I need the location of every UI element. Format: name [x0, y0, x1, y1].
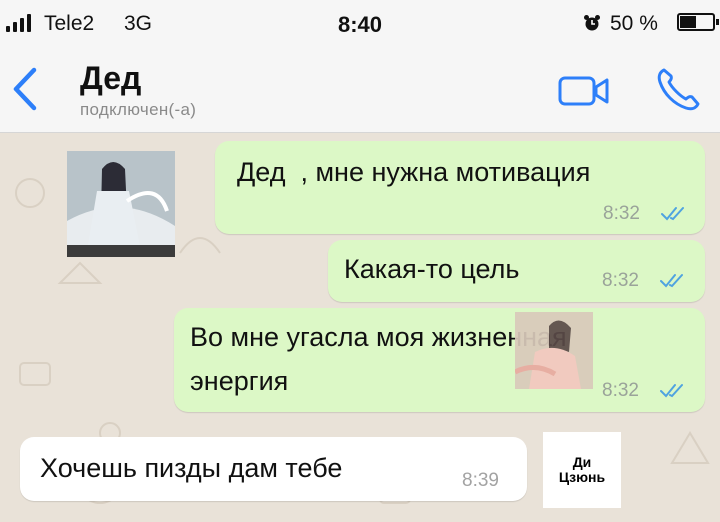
message-bubble[interactable]: Хочешь пизды дам тебе 8:39 [20, 437, 527, 501]
status-bar: Tele2 3G 8:40 50 % [0, 0, 720, 50]
sticker-line-2: Цзюнь [558, 469, 606, 485]
anime-character-thumbnail [515, 312, 593, 389]
message-time: 8:39 [462, 470, 499, 491]
battery-percentage: 50 % [610, 12, 658, 35]
phone-call-icon[interactable] [654, 66, 702, 114]
sticker-line-1: Ди [572, 454, 592, 470]
message-text: Дед , мне нужна мотивация [237, 157, 591, 187]
message-bubble[interactable]: Во мне угасла моя жизненная энергия 8:32 [174, 308, 705, 412]
chat-header: Дед подключен(-а) [0, 50, 720, 133]
contact-status: подключен(-а) [80, 100, 197, 119]
read-receipt-icon [660, 274, 683, 288]
video-call-icon[interactable] [558, 74, 610, 108]
anime-character-picture [67, 151, 175, 257]
watermark-sticker: Ди Цзюнь [543, 432, 621, 508]
message-bubble[interactable]: Дед , мне нужна мотивация 8:32 [215, 141, 705, 234]
battery-fill [680, 16, 696, 28]
read-receipt-icon [660, 384, 683, 398]
message-time: 8:32 [602, 270, 639, 291]
message-text: Хочешь пизды дам тебе [40, 453, 343, 483]
message-time: 8:32 [602, 380, 639, 401]
back-icon[interactable] [8, 66, 42, 112]
read-receipt-icon [661, 207, 684, 221]
message-text-line-2: энергия [190, 366, 289, 396]
message-text-line-1: Во мне угасла моя жизненная [190, 322, 567, 352]
battery-icon [677, 13, 719, 31]
message-bubble[interactable]: Какая-то цель 8:32 [328, 240, 705, 302]
message-text: Какая-то цель [344, 254, 520, 284]
alarm-clock-icon [584, 15, 600, 31]
contact-name[interactable]: Дед [80, 60, 141, 97]
message-time: 8:32 [603, 203, 640, 224]
